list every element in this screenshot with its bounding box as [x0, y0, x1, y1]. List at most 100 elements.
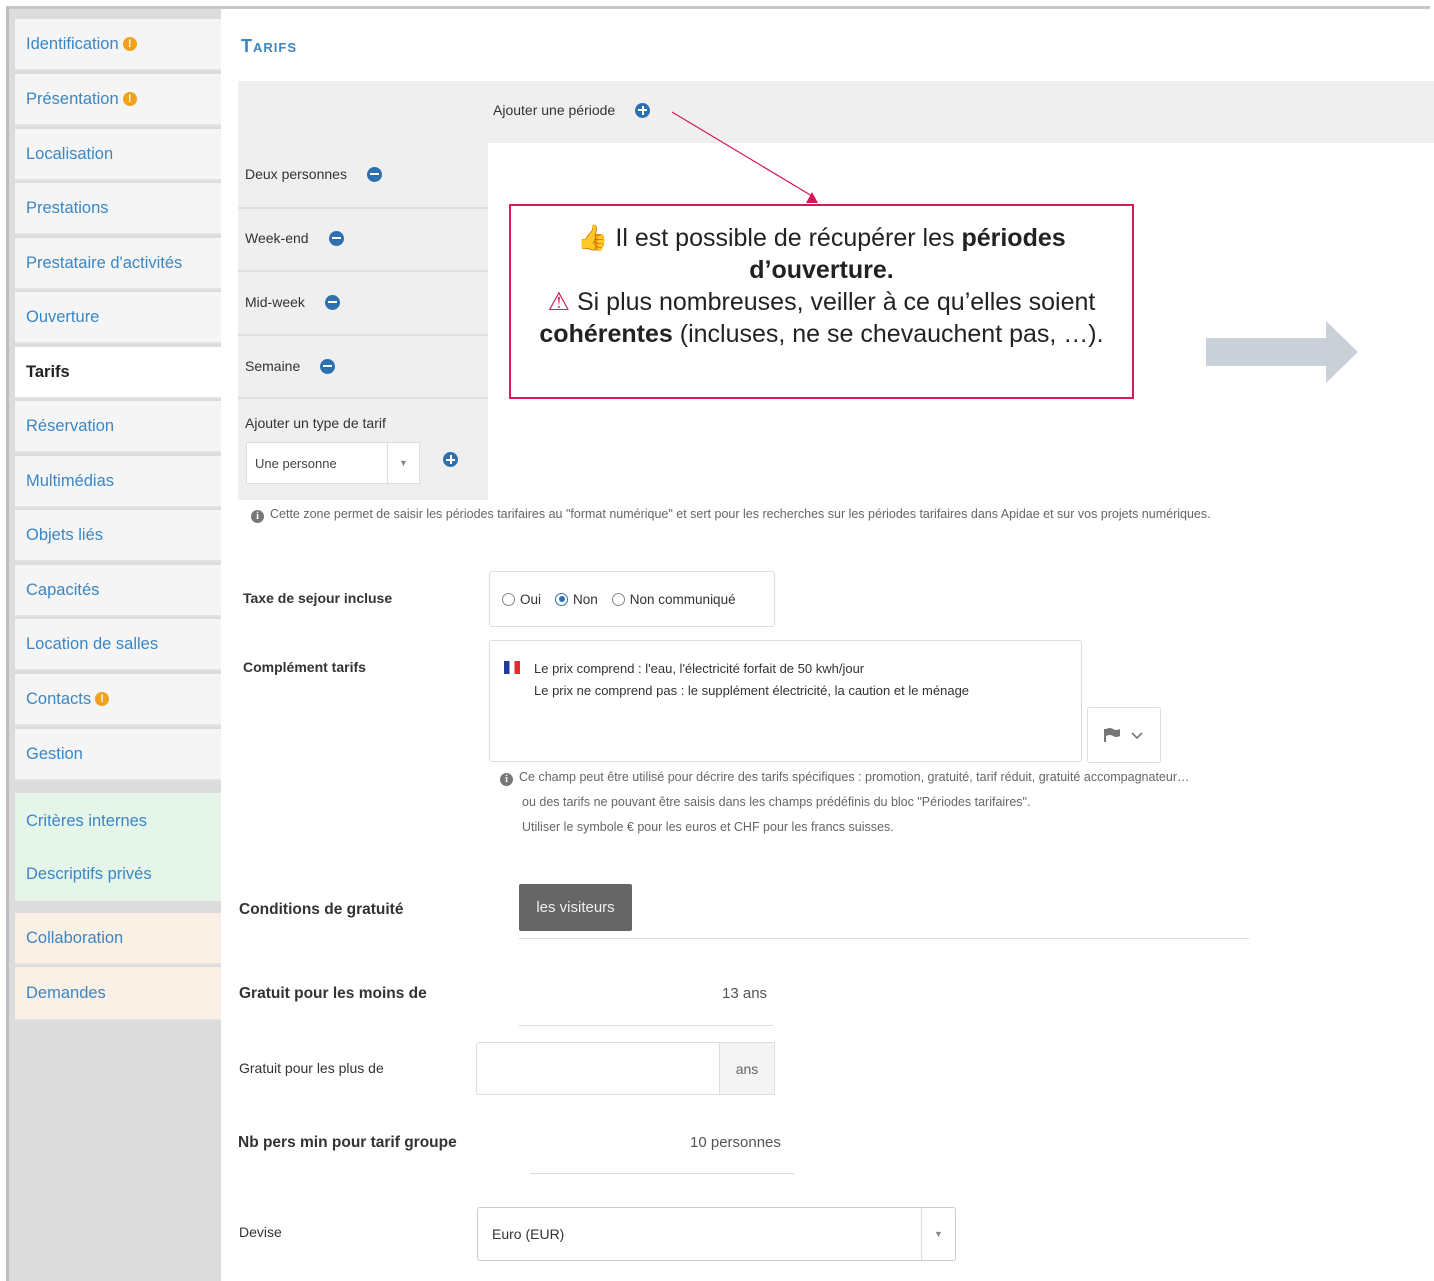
- page-title: Tarifs: [241, 36, 297, 56]
- radio-label: Oui: [520, 591, 542, 607]
- callout-text: Si plus nombreuses, veiller à ce qu’elle…: [570, 288, 1096, 316]
- tarif-type-row: Week-end: [245, 230, 344, 246]
- tarif-type-label: Mid-week: [245, 294, 305, 310]
- sidebar-item-label: Descriptifs privés: [26, 864, 152, 883]
- sidebar-item-ouverture[interactable]: Ouverture: [15, 292, 221, 344]
- sidebar-item-label: Capacités: [26, 580, 100, 599]
- sidebar-item-localisation[interactable]: Localisation: [15, 129, 221, 181]
- tarif-type-label: Semaine: [245, 358, 301, 374]
- gratuite-label: Conditions de gratuité: [239, 901, 404, 918]
- warning-icon: !: [122, 37, 137, 51]
- remove-minus-icon[interactable]: [328, 230, 344, 246]
- plus-de-unit: ans: [719, 1042, 775, 1095]
- info-icon: i: [251, 510, 264, 523]
- complement-info-text: Ce champ peut être utilisé pour décrire …: [519, 770, 1190, 784]
- french-flag-icon: [504, 661, 520, 674]
- callout-line-1: 👍 Il est possible de récupérer les pério…: [511, 222, 1132, 286]
- sidebar-item-label: Réservation: [26, 416, 115, 435]
- sidebar-item-label: Multimédias: [26, 471, 115, 490]
- sidebar-item-label: Critères internes: [26, 811, 148, 830]
- sidebar-item-prestations[interactable]: Prestations: [15, 183, 221, 235]
- groupe-value[interactable]: 10 personnes: [690, 1134, 781, 1151]
- plus-de-label: Gratuit pour les plus de: [239, 1060, 384, 1076]
- divider: [530, 1173, 794, 1174]
- sidebar-item-prestataire[interactable]: Prestataire d'activités: [15, 238, 221, 290]
- add-type-plus-icon[interactable]: [443, 452, 458, 467]
- tarif-type-row: Deux personnes: [245, 166, 382, 182]
- chevron-down-icon: ▼: [921, 1208, 955, 1260]
- warning-triangle-icon: ⚠: [547, 288, 571, 316]
- sidebar-item-demandes[interactable]: Demandes: [15, 967, 221, 1021]
- tarif-type-row: Mid-week: [245, 294, 340, 310]
- complement-info-2: ou des tarifs ne pouvant être saisis dan…: [522, 795, 1031, 809]
- language-dropdown-button[interactable]: [1087, 707, 1161, 763]
- sidebar-item-objets-lies[interactable]: Objets liés: [15, 510, 221, 562]
- sidebar-item-descriptifs-prives[interactable]: Descriptifs privés: [15, 847, 221, 901]
- sidebar-item-label: Ouverture: [26, 307, 100, 326]
- sidebar-item-location-salles[interactable]: Location de salles: [15, 619, 221, 671]
- sidebar-item-capacites[interactable]: Capacités: [15, 565, 221, 617]
- tarif-type-row: Semaine: [245, 358, 336, 374]
- flag-icon: [1104, 728, 1120, 742]
- arrow-right-icon: [1206, 321, 1358, 383]
- complement-info-3: Utiliser le symbole € pour les euros et …: [522, 820, 894, 834]
- tarif-type-label: Week-end: [245, 230, 309, 246]
- taxe-label: Taxe de sejour incluse: [243, 590, 393, 606]
- row-divider: [238, 207, 488, 209]
- devise-select[interactable]: Euro (EUR) ▼: [477, 1207, 956, 1261]
- sidebar-item-contacts[interactable]: Contacts!: [15, 674, 221, 726]
- tarif-type-select[interactable]: Une personne ▼: [246, 442, 420, 484]
- sidebar-item-reservation[interactable]: Réservation: [15, 401, 221, 453]
- sidebar-item-label: Localisation: [26, 144, 114, 163]
- sidebar-item-presentation[interactable]: Présentation!: [15, 74, 221, 126]
- sidebar-item-label: Prestataire d'activités: [26, 253, 183, 272]
- devise-select-value: Euro (EUR): [492, 1226, 565, 1242]
- taxe-radio-group: Oui Non Non communiqué: [489, 571, 775, 627]
- row-divider: [238, 397, 488, 399]
- sidebar-item-label: Tarifs: [26, 362, 70, 381]
- add-type-label: Ajouter un type de tarif: [245, 415, 386, 431]
- complement-line-1: Le prix comprend : l'eau, l'électricité …: [504, 658, 1081, 680]
- devise-label: Devise: [239, 1224, 282, 1240]
- sidebar-item-label: Collaboration: [26, 928, 124, 947]
- callout-bold: cohérentes: [539, 320, 673, 348]
- remove-minus-icon[interactable]: [366, 166, 382, 182]
- annotation-callout: 👍 Il est possible de récupérer les pério…: [509, 204, 1134, 399]
- add-periode-control[interactable]: Ajouter une période: [493, 102, 651, 118]
- sidebar-item-collaboration[interactable]: Collaboration: [15, 913, 221, 965]
- add-periode-plus-icon[interactable]: [635, 102, 651, 118]
- periodes-info-text: Cette zone permet de saisir les périodes…: [270, 507, 1211, 521]
- complement-text: Le prix comprend : l'eau, l'électricité …: [534, 661, 865, 676]
- groupe-label: Nb pers min pour tarif groupe: [238, 1134, 457, 1151]
- sidebar-item-gestion[interactable]: Gestion: [15, 729, 221, 781]
- complement-line-2: Le prix ne comprend pas : le supplément …: [534, 683, 970, 698]
- sidebar-item-multimedias[interactable]: Multimédias: [15, 456, 221, 508]
- visiteurs-button[interactable]: les visiteurs: [519, 884, 632, 931]
- sidebar-item-label: Location de salles: [26, 634, 159, 653]
- chevron-down-icon: [1131, 732, 1143, 740]
- warning-icon: !: [95, 692, 110, 706]
- sidebar-item-tarifs[interactable]: Tarifs: [15, 347, 221, 399]
- taxe-option-oui[interactable]: Oui: [502, 592, 541, 607]
- add-periode-label: Ajouter une période: [493, 102, 616, 118]
- callout-text: (incluses, ne se chevauchent pas, …).: [672, 320, 1104, 348]
- moins-de-value[interactable]: 13 ans: [722, 985, 767, 1002]
- remove-minus-icon[interactable]: [320, 358, 336, 374]
- app-window: Identification! Présentation! Localisati…: [0, 0, 1434, 1281]
- taxe-option-non[interactable]: Non: [555, 592, 598, 607]
- divider: [519, 1025, 773, 1026]
- sidebar-item-identification[interactable]: Identification!: [15, 19, 221, 71]
- sidebar-item-label: Demandes: [26, 983, 106, 1002]
- sidebar-item-label: Prestations: [26, 198, 109, 217]
- complement-label: Complément tarifs: [243, 659, 366, 675]
- moins-de-label: Gratuit pour les moins de: [239, 985, 427, 1002]
- sidebar-item-criteres-internes[interactable]: Critères internes: [15, 793, 221, 849]
- tarif-type-select-value: Une personne: [255, 455, 337, 471]
- radio-icon: [611, 592, 625, 606]
- tarif-type-label: Deux personnes: [245, 166, 347, 182]
- radio-label: Non communiqué: [629, 591, 736, 607]
- taxe-option-nc[interactable]: Non communiqué: [611, 591, 736, 607]
- remove-minus-icon[interactable]: [324, 294, 340, 310]
- divider: [519, 938, 1249, 939]
- complement-textarea[interactable]: Le prix comprend : l'eau, l'électricité …: [489, 640, 1082, 762]
